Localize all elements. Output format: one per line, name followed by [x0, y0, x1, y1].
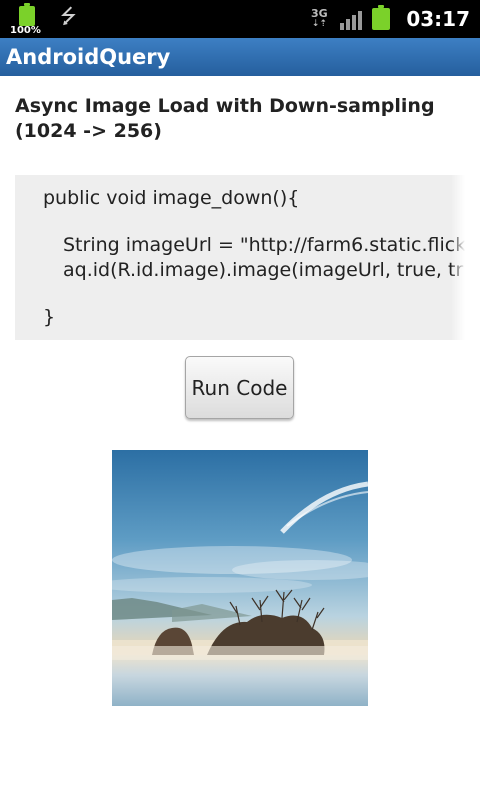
battery-icon	[372, 5, 391, 30]
status-bar: 100% ⭍ 3G ⇣⇡ 03:17	[0, 0, 480, 38]
battery-percent: 100%	[10, 25, 41, 36]
heading-line-2: (1024 -> 256)	[15, 120, 162, 142]
code-line-4: }	[43, 306, 56, 328]
run-code-button[interactable]: Run Code	[185, 356, 294, 419]
app-title-bar: AndroidQuery	[0, 38, 480, 76]
signal-icon	[340, 8, 363, 30]
app-title: AndroidQuery	[6, 45, 171, 69]
battery-full-icon: 100%	[10, 3, 42, 36]
status-left: 100% ⭍	[10, 0, 77, 38]
clock: 03:17	[406, 7, 470, 31]
page-heading: Async Image Load with Down-sampling (102…	[15, 94, 465, 144]
usb-icon: ⭍	[60, 4, 77, 28]
code-snippet[interactable]: public void image_down(){ String imageUr…	[15, 175, 465, 340]
loaded-landscape-image	[112, 450, 368, 706]
code-line-3: aq.id(R.id.image).image(imageUrl, true, …	[63, 259, 465, 281]
code-line-1: public void image_down(){	[43, 187, 300, 209]
code-line-2: String imageUrl = "http://farm6.static.f…	[63, 234, 465, 256]
network-3g-icon: 3G ⇣⇡	[310, 7, 328, 29]
status-right: 3G ⇣⇡ 03:17	[308, 0, 470, 38]
heading-line-1: Async Image Load with Down-sampling	[15, 95, 435, 117]
